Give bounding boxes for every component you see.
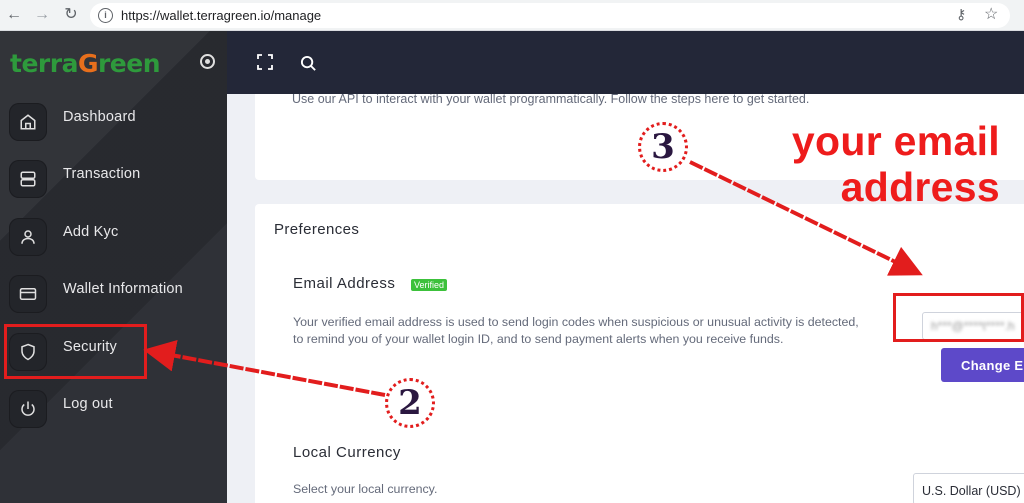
sidebar-item-security[interactable]: Security <box>0 327 227 375</box>
logo-text-g: G <box>77 49 99 78</box>
email-field[interactable]: h***@****t****.h <box>922 312 1024 340</box>
sidebar-item-label: Log out <box>63 396 113 412</box>
credit-card-icon <box>9 275 47 313</box>
local-currency-title: Local Currency <box>293 444 401 461</box>
back-icon[interactable]: ← <box>5 6 23 24</box>
app-header <box>227 31 1024 94</box>
sidebar-item-label: Transaction <box>63 166 141 182</box>
forward-icon[interactable]: → <box>33 6 51 24</box>
sidebar-item-add-kyc[interactable]: Add Kyc <box>0 212 227 260</box>
preferences-title: Preferences <box>274 221 360 238</box>
fullscreen-icon[interactable] <box>257 54 273 70</box>
address-bar[interactable]: i https://wallet.terragreen.io/manage ⚷ … <box>90 3 1010 28</box>
email-address-title: Email Address <box>293 275 396 292</box>
email-description-line-1: Your verified email address is used to s… <box>293 315 859 329</box>
sidebar-item-log-out[interactable]: Log out <box>0 384 227 432</box>
change-email-button[interactable]: Change Email <box>941 348 1024 382</box>
bookmark-star-icon[interactable]: ☆ <box>984 4 998 24</box>
sidebar-item-wallet-information[interactable]: Wallet Information <box>0 269 227 317</box>
url-text[interactable]: https://wallet.terragreen.io/manage <box>121 8 321 23</box>
preferences-card: Preferences Email Address Verified Your … <box>255 204 1024 503</box>
sidebar-item-label: Dashboard <box>63 109 136 125</box>
logo-text-terra: terra <box>10 49 78 78</box>
local-currency-description: Select your local currency. <box>293 482 438 496</box>
key-icon[interactable]: ⚷ <box>956 6 966 23</box>
terragreen-logo[interactable]: terraGreen <box>10 49 161 78</box>
sidebar-item-label: Security <box>63 339 117 355</box>
sidebar-item-dashboard[interactable]: Dashboard <box>0 97 227 145</box>
server-icon <box>9 160 47 198</box>
reload-icon[interactable]: ↻ <box>62 6 80 24</box>
target-icon[interactable] <box>200 54 215 69</box>
logo-text-reen: reen <box>97 49 161 78</box>
sidebar-item-label: Add Kyc <box>63 224 119 240</box>
sidebar-item-transaction[interactable]: Transaction <box>0 154 227 202</box>
verified-badge: Verified <box>411 279 448 291</box>
api-description: Use our API to interact with your wallet… <box>292 94 810 106</box>
api-card: Use our API to interact with your wallet… <box>255 94 1024 180</box>
info-icon[interactable]: i <box>98 8 113 23</box>
search-icon[interactable] <box>300 55 317 72</box>
email-description: Your verified email address is used to s… <box>293 314 893 348</box>
shield-icon <box>9 333 47 371</box>
email-value: h***@****t****.h <box>931 319 1015 333</box>
user-icon <box>9 218 47 256</box>
browser-toolbar: ← → ↻ i https://wallet.terragreen.io/man… <box>0 0 1024 31</box>
currency-select[interactable]: U.S. Dollar (USD) <box>913 473 1024 503</box>
email-description-line-2: to remind you of your wallet login ID, a… <box>293 332 784 346</box>
home-icon <box>9 103 47 141</box>
sidebar-item-label: Wallet Information <box>63 281 183 297</box>
power-icon <box>9 390 47 428</box>
main-content: Use our API to interact with your wallet… <box>227 94 1024 503</box>
